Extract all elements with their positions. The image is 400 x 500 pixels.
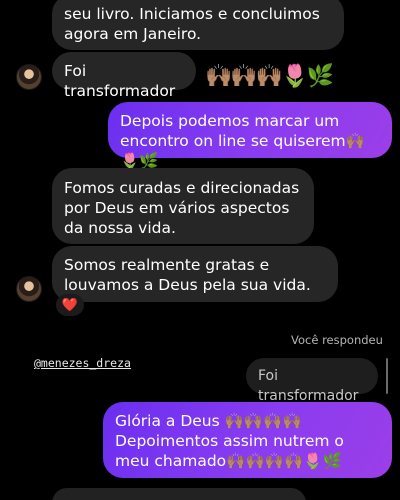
emoji-text: 🙌🏽🙌🏽🙌🏽🌷🌿 — [205, 64, 334, 89]
message-text: Fomos curadas e direcionadas por Deus em… — [64, 179, 300, 237]
heart-icon: ❤️ — [61, 297, 79, 313]
message-text: seu livro. Iniciamos e concluimos agora … — [64, 5, 320, 43]
message-bubble-outgoing[interactable]: Depois podemos marcar um encontro on lin… — [108, 102, 392, 170]
heart-reaction[interactable]: ❤️ — [56, 294, 84, 316]
message-bubble-incoming[interactable]: Foi transformador — [52, 52, 196, 100]
emoji-message[interactable]: 🙌🏽🙌🏽🙌🏽🌷🌿 — [205, 64, 334, 89]
quoted-reply-bubble[interactable]: Foi transformador — [246, 358, 378, 404]
message-text: Glória a Deus 🙌🏽🙌🏽🙌🏽🙌🏽Depoimentos assim … — [115, 412, 344, 470]
quoted-text: Foi transformador — [258, 368, 359, 404]
message-bubble-outgoing[interactable]: Glória a Deus 🙌🏽🙌🏽🙌🏽🙌🏽Depoimentos assim … — [103, 402, 392, 478]
message-bubble-incoming[interactable] — [52, 488, 306, 500]
message-text: Somos realmente gratas e louvamos a Deus… — [64, 256, 311, 294]
mention-handle[interactable]: @menezes_dreza — [34, 356, 131, 370]
message-bubble-incoming[interactable]: Somos realmente gratas e louvamos a Deus… — [52, 246, 338, 302]
avatar[interactable] — [16, 276, 42, 302]
avatar[interactable] — [16, 64, 42, 90]
reply-quote-bar — [386, 358, 388, 394]
reply-meta: Você respondeu — [291, 333, 383, 347]
message-text: Depois podemos marcar um encontro on lin… — [120, 112, 365, 170]
message-text: Foi transformador — [64, 62, 176, 100]
message-bubble-incoming[interactable]: Fomos curadas e direcionadas por Deus em… — [52, 168, 314, 244]
message-bubble-incoming[interactable]: seu livro. Iniciamos e concluimos agora … — [52, 0, 344, 50]
